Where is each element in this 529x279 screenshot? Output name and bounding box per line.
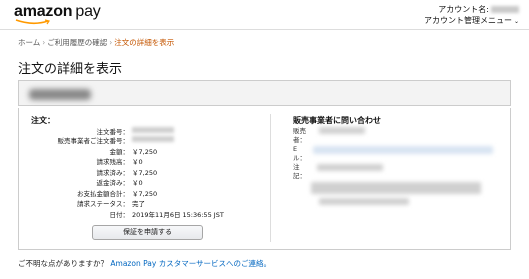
order-row-merchant-number: 販売事業者ご注文番号： [19,135,269,145]
breadcrumb-current: 注文の詳細を表示 [114,38,175,47]
customer-service-link[interactable]: Amazon Pay カスタマーサービスへのご連絡。 [110,259,271,268]
header-bar: amazon pay アカウント名: アカウント管理メニュー ⌄ [0,0,529,30]
breadcrumb: ホーム › ご利用履歴の確認 › 注文の詳細を表示 [18,37,174,48]
account-name-line: アカウント名: [424,4,519,15]
row-value: ￥7,250 [132,169,158,177]
row-value: ￥7,250 [132,148,158,156]
order-row-total: お支払金額合計： ￥7,250 [19,188,269,198]
order-row-date: 日付： 2019年11月6日 15:36:55 JST [19,209,269,219]
row-label: 請求ステータス： [77,200,129,208]
row-label: 日付： [109,211,130,219]
account-name-redacted [491,6,519,13]
request-guarantee-button[interactable]: 保証を申請する [92,225,203,240]
account-label: アカウント名: [438,5,489,14]
account-menu-line[interactable]: アカウント管理メニュー ⌄ [424,15,519,27]
breadcrumb-separator: › [42,38,46,47]
breadcrumb-separator: › [109,38,113,47]
logo-product: pay [75,3,101,20]
redacted-contact-value [313,146,493,154]
order-row-balance: 請求残高： ￥0 [19,156,269,166]
row-value: ￥0 [132,158,143,166]
help-question: ご不明な点がありますか？ [18,259,108,268]
order-row-refunded: 返金済み： ￥0 [19,177,269,187]
contact-label: ル： [293,154,306,162]
contact-label: 者： [293,136,306,144]
row-label: 返金済み： [96,179,130,187]
account-menu[interactable]: アカウント名: アカウント管理メニュー ⌄ [424,4,519,27]
breadcrumb-home[interactable]: ホーム [18,38,40,47]
order-row-number: 注文番号： [19,126,269,136]
contact-merchant-heading: 販売事業者に問い合わせ [293,116,381,125]
breadcrumb-history[interactable]: ご利用履歴の確認 [47,38,107,47]
row-value: ￥7,250 [132,190,158,198]
contact-label: E [293,145,298,153]
redacted-contact-value [319,127,365,134]
order-banner [18,80,511,106]
row-label: お支払金額合計： [77,190,129,198]
redacted-value [132,127,174,133]
order-row-amount: 金額： ￥7,250 [19,146,269,156]
contact-labels: 販売 者： E ル： 注 記： [293,127,307,181]
row-label: 請求残高： [96,158,130,166]
order-details-panel: 注文： 注文番号： 販売事業者ご注文番号： 金額： ￥7,250 請求残高： ￥… [18,108,511,250]
row-value: 2019年11月6日 15:36:55 JST [132,211,224,219]
page-title: 注文の詳細を表示 [18,62,123,77]
order-row-charged: 請求済み： ￥7,250 [19,167,269,177]
chevron-down-icon[interactable]: ⌄ [514,18,519,25]
redacted-contact-value [319,198,409,205]
redacted-contact-value [311,182,481,194]
logo-brand: amazon [14,3,73,20]
contact-label: 記： [293,172,306,180]
contact-label: 販売 [293,127,306,135]
row-value: ￥0 [132,179,143,187]
row-label: 請求済み： [96,169,130,177]
redacted-merchant-name [29,89,91,100]
order-row-status: 請求ステータス： 完了 [19,198,269,208]
row-label: 販売事業者ご注文番号： [57,137,130,145]
redacted-value [132,136,174,142]
amazon-smile-icon [15,19,50,25]
column-divider [270,114,271,242]
help-footer: ご不明な点がありますか？ Amazon Pay カスタマーサービスへのご連絡。 [18,258,271,269]
row-value: 完了 [132,200,145,208]
order-heading: 注文： [31,116,55,125]
account-menu-label[interactable]: アカウント管理メニュー [424,16,512,25]
contact-label: 注 [293,163,300,171]
redacted-contact-value [317,164,383,171]
row-label: 金額： [109,148,130,156]
